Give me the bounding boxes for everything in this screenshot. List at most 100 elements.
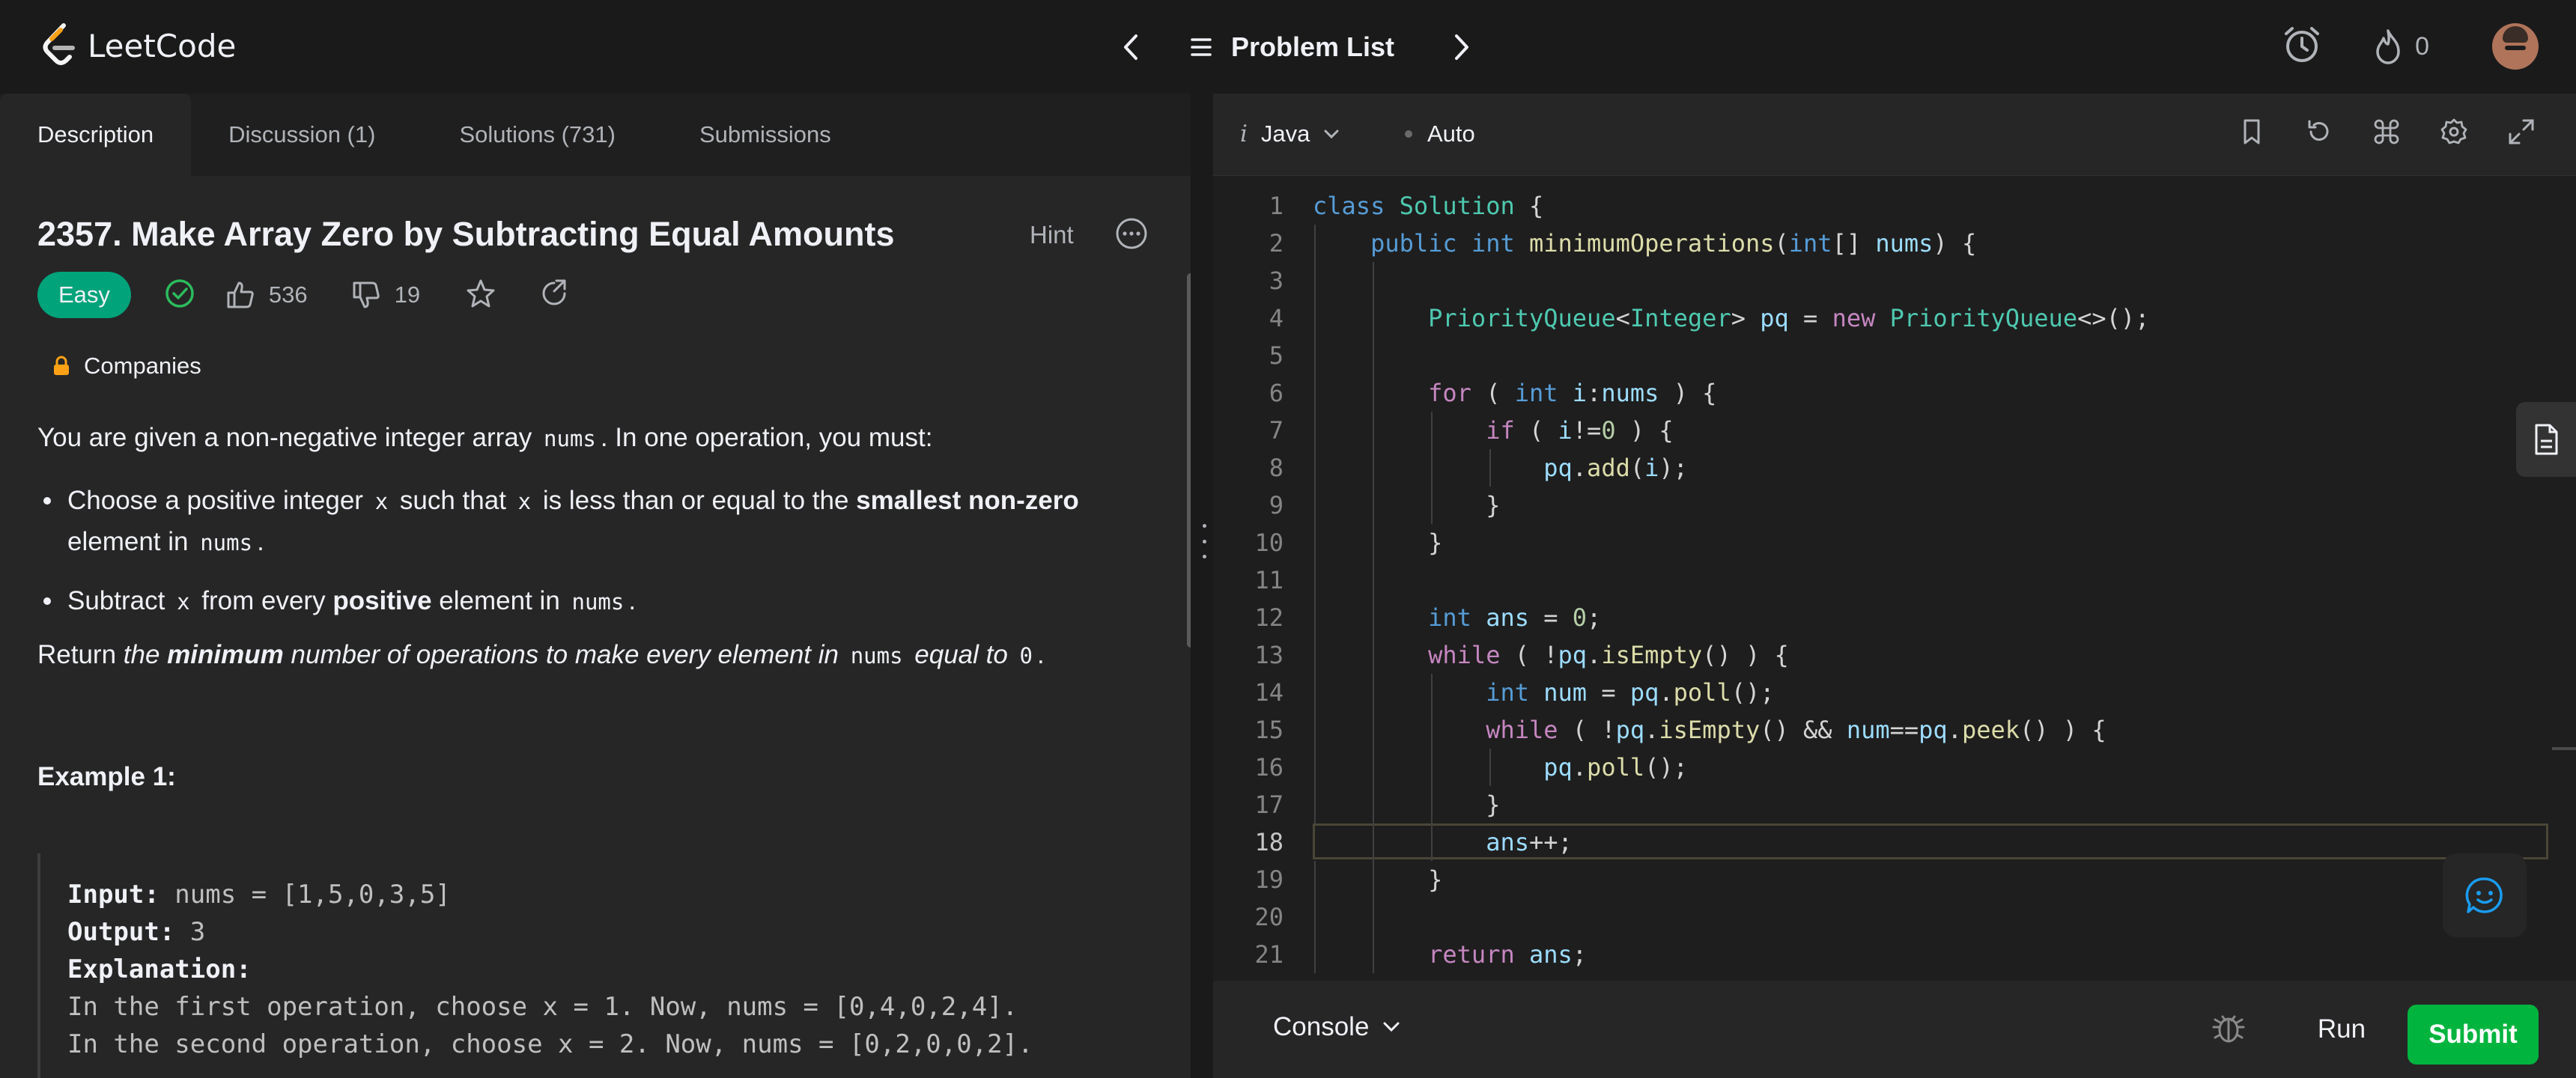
list-icon bbox=[1191, 38, 1212, 56]
line-number: 8 bbox=[1269, 454, 1284, 482]
line-number: 18 bbox=[1254, 828, 1284, 856]
streak-counter[interactable]: 0 bbox=[2373, 28, 2429, 65]
example-explanation-line: In the second operation, choose x = 2. N… bbox=[67, 1029, 1033, 1059]
settings-gear-icon[interactable] bbox=[2440, 118, 2468, 146]
line-number: 13 bbox=[1254, 641, 1284, 669]
debug-bug-icon[interactable] bbox=[2209, 1008, 2248, 1047]
language-label: Java bbox=[1260, 121, 1310, 147]
console-bar: Console Run Submit bbox=[1213, 981, 2576, 1078]
console-toggle[interactable]: Console bbox=[1273, 1012, 1400, 1042]
companies-button[interactable]: Companies bbox=[52, 353, 1161, 380]
shortcuts-icon[interactable] bbox=[2372, 118, 2401, 146]
chevron-left-icon bbox=[1124, 34, 1137, 60]
line-number: 9 bbox=[1269, 491, 1284, 520]
description-panel: Description Discussion (1) Solutions (73… bbox=[0, 94, 1191, 1078]
rule-item: Choose a positive integer x such that x … bbox=[43, 481, 1161, 563]
like-button[interactable]: 536 bbox=[225, 280, 308, 310]
user-avatar[interactable] bbox=[2492, 23, 2539, 70]
dislike-button[interactable]: 19 bbox=[351, 280, 420, 310]
top-navbar: LeetCode Problem List 0 bbox=[0, 0, 2576, 94]
leetcode-logo[interactable]: LeetCode bbox=[41, 22, 236, 69]
flame-icon bbox=[2376, 29, 2400, 64]
problem-list-button[interactable]: Problem List bbox=[1191, 31, 1394, 63]
editor-actions bbox=[2238, 118, 2536, 146]
line-number: 4 bbox=[1269, 304, 1284, 332]
line-number: 14 bbox=[1254, 678, 1284, 707]
line-number: 15 bbox=[1254, 716, 1284, 744]
example-title: Example 1: bbox=[37, 762, 176, 791]
line-number: 17 bbox=[1254, 791, 1284, 819]
companies-label: Companies bbox=[84, 353, 201, 379]
more-options-icon[interactable] bbox=[1114, 216, 1149, 251]
example-explanation-line: In the first operation, choose x = 1. No… bbox=[67, 992, 1018, 1022]
nav-right-group: 0 bbox=[2282, 18, 2539, 75]
line-number: 1 bbox=[1269, 192, 1284, 220]
reset-icon[interactable] bbox=[2305, 118, 2333, 146]
streak-count: 0 bbox=[2415, 31, 2429, 61]
tab-solutions[interactable]: Solutions (731) bbox=[422, 94, 662, 176]
chevron-down-icon bbox=[1324, 130, 1339, 139]
logo-text: LeetCode bbox=[88, 27, 237, 64]
line-number: 19 bbox=[1254, 865, 1284, 894]
submit-button[interactable]: Submit bbox=[2408, 1005, 2539, 1065]
example-box: Input: nums = [1,5,0,3,5] Output: 3 Expl… bbox=[37, 853, 1153, 1078]
line-number: 20 bbox=[1254, 903, 1284, 931]
star-icon[interactable] bbox=[465, 278, 496, 313]
line-number: 2 bbox=[1269, 229, 1284, 258]
tab-description[interactable]: Description bbox=[0, 94, 192, 176]
chat-bubble-icon bbox=[2465, 877, 2503, 913]
timer-button[interactable] bbox=[2282, 25, 2322, 69]
tab-discussion[interactable]: Discussion (1) bbox=[191, 94, 422, 176]
alarm-clock-icon bbox=[2285, 26, 2320, 62]
editor-toolbar: i Java Auto bbox=[1213, 94, 2576, 176]
problem-navigation: Problem List bbox=[1108, 21, 1484, 73]
thumbs-down-icon bbox=[353, 281, 380, 308]
leetcode-logo-icon bbox=[43, 23, 75, 65]
problem-content: 2357. Make Array Zero by Subtracting Equ… bbox=[37, 176, 1161, 792]
example-output: Output: 3 bbox=[67, 917, 206, 947]
problem-title: 2357. Make Array Zero by Subtracting Equ… bbox=[37, 215, 895, 253]
code-editor-panel: i Java Auto 1 class Solution { 2 public i… bbox=[1213, 94, 2576, 981]
thumbs-up-icon bbox=[227, 281, 254, 308]
problem-list-label: Problem List bbox=[1231, 31, 1395, 62]
share-icon[interactable] bbox=[538, 278, 570, 313]
line-number: 7 bbox=[1269, 416, 1284, 445]
example-input: Input: nums = [1,5,0,3,5] bbox=[67, 880, 451, 910]
run-button[interactable]: Run bbox=[2293, 1005, 2390, 1054]
resizer-handle-icon[interactable] bbox=[1201, 524, 1207, 558]
scroll-marker bbox=[2552, 747, 2576, 750]
problem-intro: You are given a non-negative integer arr… bbox=[37, 423, 933, 452]
next-problem-button[interactable] bbox=[1439, 21, 1484, 73]
example-explanation-label: Explanation: bbox=[67, 954, 252, 984]
line-number: 6 bbox=[1269, 379, 1284, 407]
line-number: 3 bbox=[1269, 267, 1284, 295]
hint-button[interactable]: Hint bbox=[1030, 221, 1074, 249]
info-icon: i bbox=[1240, 121, 1248, 147]
chat-assistant-button[interactable] bbox=[2443, 853, 2527, 937]
likes-count: 536 bbox=[268, 281, 308, 308]
auto-mode-label: Auto bbox=[1427, 121, 1475, 147]
panel-tabs: Description Discussion (1) Solutions (73… bbox=[0, 94, 1191, 176]
fullscreen-icon[interactable] bbox=[2507, 118, 2536, 146]
operation-rules: Choose a positive integer x such that x … bbox=[37, 481, 1161, 622]
rule-item: Subtract x from every positive element i… bbox=[43, 581, 1161, 622]
document-icon bbox=[2535, 424, 2558, 455]
prev-problem-button[interactable] bbox=[1108, 21, 1153, 73]
chevron-right-icon bbox=[1455, 34, 1469, 60]
tab-submissions[interactable]: Submissions bbox=[662, 94, 878, 176]
chevron-down-icon bbox=[1383, 1022, 1400, 1032]
auto-mode-toggle[interactable]: Auto bbox=[1405, 121, 1475, 147]
lock-icon bbox=[54, 356, 69, 375]
panel-resizer[interactable] bbox=[1191, 94, 1213, 1078]
code-area[interactable]: 1 class Solution { 2 public int minimumOp… bbox=[1213, 187, 2576, 973]
line-number: 11 bbox=[1254, 566, 1284, 594]
language-select[interactable]: i Java bbox=[1240, 121, 1340, 147]
notes-side-button[interactable] bbox=[2516, 402, 2576, 477]
status-dot bbox=[1405, 130, 1412, 138]
console-label: Console bbox=[1273, 1012, 1370, 1041]
line-number: 21 bbox=[1254, 940, 1284, 969]
line-number: 12 bbox=[1254, 603, 1284, 632]
solved-check-icon bbox=[164, 278, 195, 313]
bookmark-icon[interactable] bbox=[2238, 118, 2266, 146]
line-number: 5 bbox=[1269, 341, 1284, 370]
